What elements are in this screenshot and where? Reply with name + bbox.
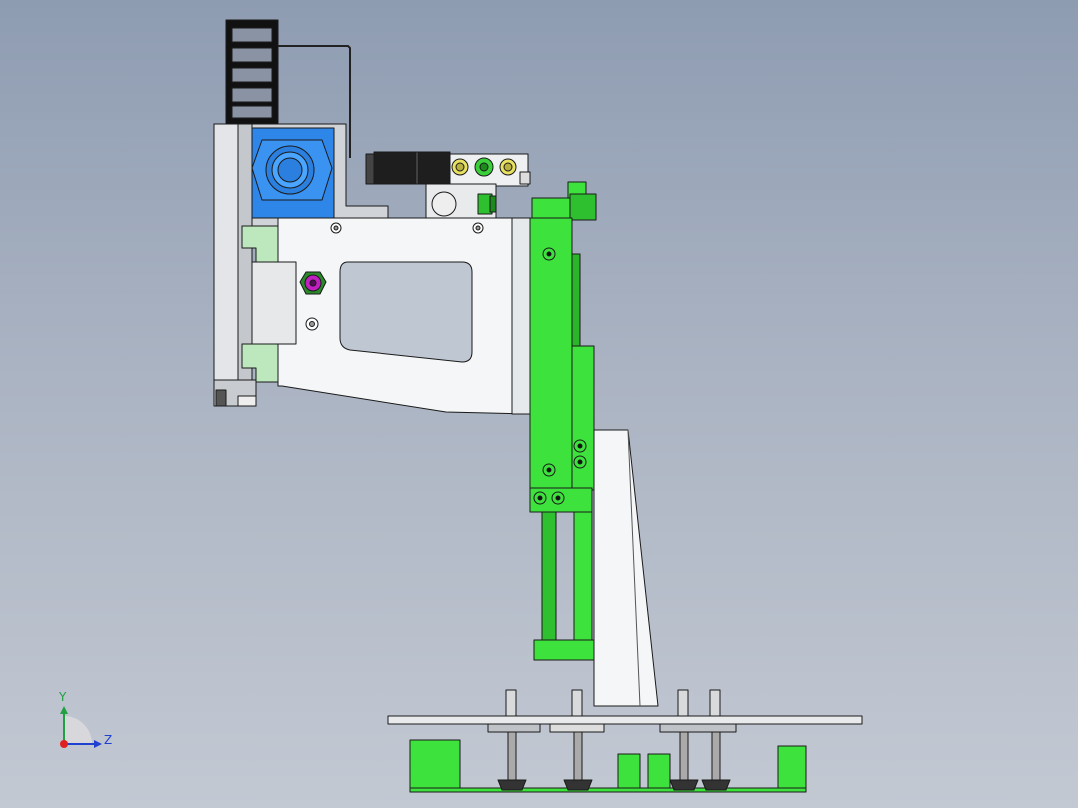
solenoid-valve[interactable] <box>365 151 531 219</box>
suction-rods[interactable] <box>507 731 721 781</box>
spacer-blocks[interactable] <box>487 723 737 733</box>
motor-block[interactable] <box>251 127 335 219</box>
cad-viewport[interactable]: Y Z <box>0 0 1078 808</box>
product-tray[interactable] <box>409 739 807 793</box>
sensor-clamp[interactable] <box>213 379 257 407</box>
lift-cylinder[interactable] <box>529 181 597 661</box>
main-plate[interactable] <box>277 217 531 415</box>
cable-drag-chain[interactable] <box>225 19 279 127</box>
x-axis-dot <box>60 740 68 748</box>
coordinate-triad <box>60 706 102 748</box>
base-plate[interactable] <box>387 715 863 725</box>
piston-rod-left <box>541 511 557 641</box>
triad-z-label: Z <box>104 733 113 747</box>
plate-cutout <box>339 261 473 363</box>
support-tower[interactable] <box>593 429 659 707</box>
triad-y-label: Y <box>59 690 67 704</box>
assembly-model[interactable] <box>0 0 1078 808</box>
piston-rod-right <box>573 511 593 641</box>
